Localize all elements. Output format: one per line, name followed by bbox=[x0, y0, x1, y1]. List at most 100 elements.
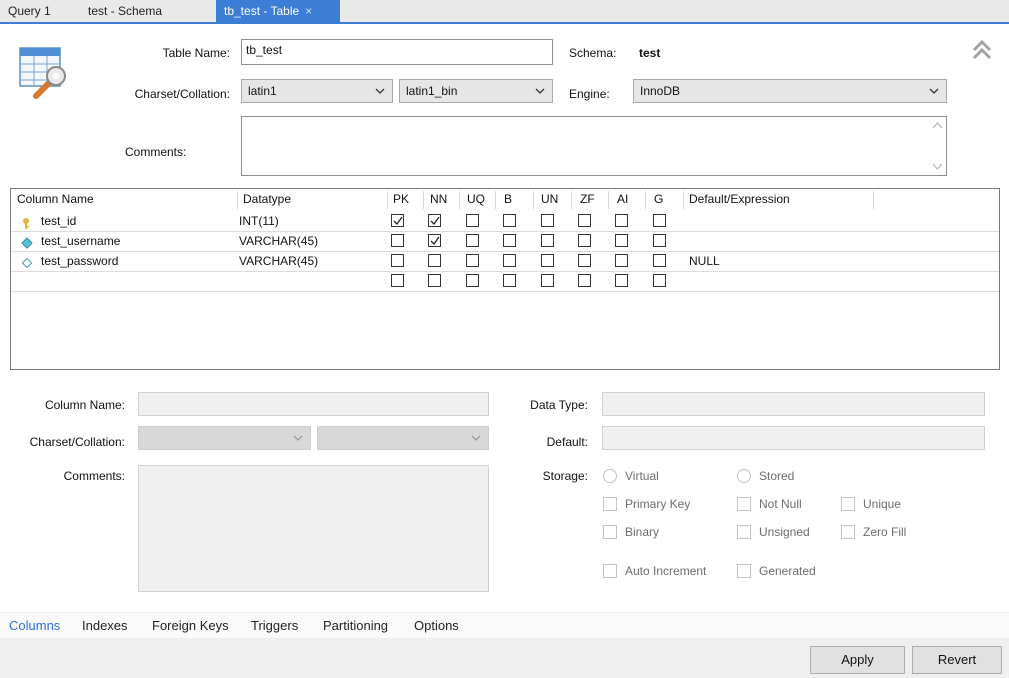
zero-fill-checkbox[interactable] bbox=[841, 525, 855, 539]
engine-select[interactable]: InnoDB bbox=[633, 79, 947, 103]
unique-checkbox[interactable] bbox=[841, 497, 855, 511]
unsigned-checkbox[interactable] bbox=[737, 525, 751, 539]
collapse-chevron-icon[interactable] bbox=[970, 38, 994, 62]
pk-checkbox[interactable] bbox=[391, 274, 404, 287]
zf-checkbox[interactable] bbox=[578, 214, 591, 227]
column-header-zf[interactable]: ZF bbox=[580, 189, 595, 209]
table-name-label: Table Name: bbox=[162, 46, 230, 60]
detail-collation-select[interactable] bbox=[317, 426, 489, 450]
tab-triggers[interactable]: Triggers bbox=[251, 618, 298, 633]
column-header-default[interactable]: Default/Expression bbox=[689, 189, 790, 209]
column-header-pk[interactable]: PK bbox=[393, 189, 409, 209]
g-checkbox[interactable] bbox=[653, 274, 666, 287]
b-checkbox[interactable] bbox=[503, 214, 516, 227]
b-checkbox[interactable] bbox=[503, 274, 516, 287]
nn-checkbox[interactable] bbox=[428, 214, 441, 227]
storage-virtual-radio[interactable] bbox=[603, 469, 617, 483]
datatype-cell[interactable]: VARCHAR(45) bbox=[239, 251, 318, 271]
charset-select[interactable]: latin1 bbox=[241, 79, 393, 103]
pk-checkbox[interactable] bbox=[391, 234, 404, 247]
datatype-cell[interactable]: INT(11) bbox=[239, 211, 279, 231]
un-checkbox[interactable] bbox=[541, 274, 554, 287]
column-header-name[interactable]: Column Name bbox=[17, 189, 94, 209]
un-checkbox[interactable] bbox=[541, 234, 554, 247]
chevron-down-icon bbox=[375, 88, 385, 94]
pk-checkbox[interactable] bbox=[391, 254, 404, 267]
ai-checkbox[interactable] bbox=[615, 214, 628, 227]
uq-checkbox[interactable] bbox=[466, 234, 479, 247]
uq-checkbox[interactable] bbox=[466, 214, 479, 227]
collation-select[interactable]: latin1_bin bbox=[399, 79, 553, 103]
detail-comments-label: Comments: bbox=[63, 469, 125, 483]
column-header-datatype[interactable]: Datatype bbox=[243, 189, 291, 209]
g-checkbox[interactable] bbox=[653, 214, 666, 227]
tab-foreign-keys[interactable]: Foreign Keys bbox=[152, 618, 229, 633]
auto-increment-checkbox[interactable] bbox=[603, 564, 617, 578]
comments-label: Comments: bbox=[125, 145, 187, 159]
header-divider bbox=[683, 191, 684, 209]
detail-comments-textarea[interactable] bbox=[138, 465, 489, 592]
detail-default-input[interactable] bbox=[602, 426, 985, 450]
g-checkbox[interactable] bbox=[653, 234, 666, 247]
detail-column-name-input[interactable] bbox=[138, 392, 489, 416]
nn-checkbox[interactable] bbox=[428, 274, 441, 287]
generated-checkbox[interactable] bbox=[737, 564, 751, 578]
column-name-cell[interactable]: test_id bbox=[41, 211, 76, 231]
row-divider bbox=[11, 291, 999, 292]
datatype-cell[interactable]: VARCHAR(45) bbox=[239, 231, 318, 251]
row-divider bbox=[11, 231, 999, 232]
tab-tb-test-table[interactable]: tb_test - Table × bbox=[216, 0, 340, 22]
column-header-ai[interactable]: AI bbox=[617, 189, 628, 209]
un-checkbox[interactable] bbox=[541, 254, 554, 267]
zf-checkbox[interactable] bbox=[578, 234, 591, 247]
tab-test-schema[interactable]: test - Schema bbox=[88, 0, 162, 22]
tab-query-1[interactable]: Query 1 bbox=[8, 0, 51, 22]
zero-fill-label: Zero Fill bbox=[863, 525, 907, 539]
uq-checkbox[interactable] bbox=[466, 254, 479, 267]
column-header-nn[interactable]: NN bbox=[430, 189, 447, 209]
ai-checkbox[interactable] bbox=[615, 274, 628, 287]
default-expression-cell[interactable]: NULL bbox=[689, 251, 720, 271]
column-name-cell[interactable]: test_username bbox=[41, 231, 120, 251]
g-checkbox[interactable] bbox=[653, 254, 666, 267]
binary-checkbox[interactable] bbox=[603, 525, 617, 539]
tab-columns[interactable]: Columns bbox=[9, 618, 60, 633]
close-icon[interactable]: × bbox=[305, 4, 312, 18]
document-tab-bar: Query 1 test - Schema tb_test - Table × bbox=[0, 0, 1009, 24]
column-header-g[interactable]: G bbox=[654, 189, 663, 209]
detail-charset-select[interactable] bbox=[138, 426, 311, 450]
zf-checkbox[interactable] bbox=[578, 254, 591, 267]
ai-checkbox[interactable] bbox=[615, 234, 628, 247]
table-name-input[interactable]: tb_test bbox=[241, 39, 553, 65]
header-divider bbox=[387, 191, 388, 209]
zf-checkbox[interactable] bbox=[578, 274, 591, 287]
pk-checkbox[interactable] bbox=[391, 214, 404, 227]
generated-label: Generated bbox=[759, 564, 816, 578]
revert-button[interactable]: Revert bbox=[912, 646, 1002, 674]
tab-options[interactable]: Options bbox=[414, 618, 459, 633]
column-header-un[interactable]: UN bbox=[541, 189, 558, 209]
primary-key-checkbox[interactable] bbox=[603, 497, 617, 511]
comments-scrollbar[interactable] bbox=[929, 117, 946, 175]
collation-value: latin1_bin bbox=[406, 84, 458, 98]
ai-checkbox[interactable] bbox=[615, 254, 628, 267]
columns-grid[interactable]: Column Name Datatype PK NN UQ B UN ZF AI… bbox=[10, 188, 1000, 370]
uq-checkbox[interactable] bbox=[466, 274, 479, 287]
not-null-checkbox[interactable] bbox=[737, 497, 751, 511]
comments-textarea[interactable] bbox=[241, 116, 947, 176]
b-checkbox[interactable] bbox=[503, 254, 516, 267]
header-divider bbox=[237, 191, 238, 209]
apply-button[interactable]: Apply bbox=[810, 646, 905, 674]
chevron-down-icon bbox=[535, 88, 545, 94]
column-name-cell[interactable]: test_password bbox=[41, 251, 118, 271]
detail-data-type-input[interactable] bbox=[602, 392, 985, 416]
tab-indexes[interactable]: Indexes bbox=[82, 618, 128, 633]
nn-checkbox[interactable] bbox=[428, 234, 441, 247]
column-header-uq[interactable]: UQ bbox=[467, 189, 485, 209]
nn-checkbox[interactable] bbox=[428, 254, 441, 267]
b-checkbox[interactable] bbox=[503, 234, 516, 247]
tab-partitioning[interactable]: Partitioning bbox=[323, 618, 388, 633]
un-checkbox[interactable] bbox=[541, 214, 554, 227]
column-header-b[interactable]: B bbox=[504, 189, 512, 209]
storage-stored-radio[interactable] bbox=[737, 469, 751, 483]
